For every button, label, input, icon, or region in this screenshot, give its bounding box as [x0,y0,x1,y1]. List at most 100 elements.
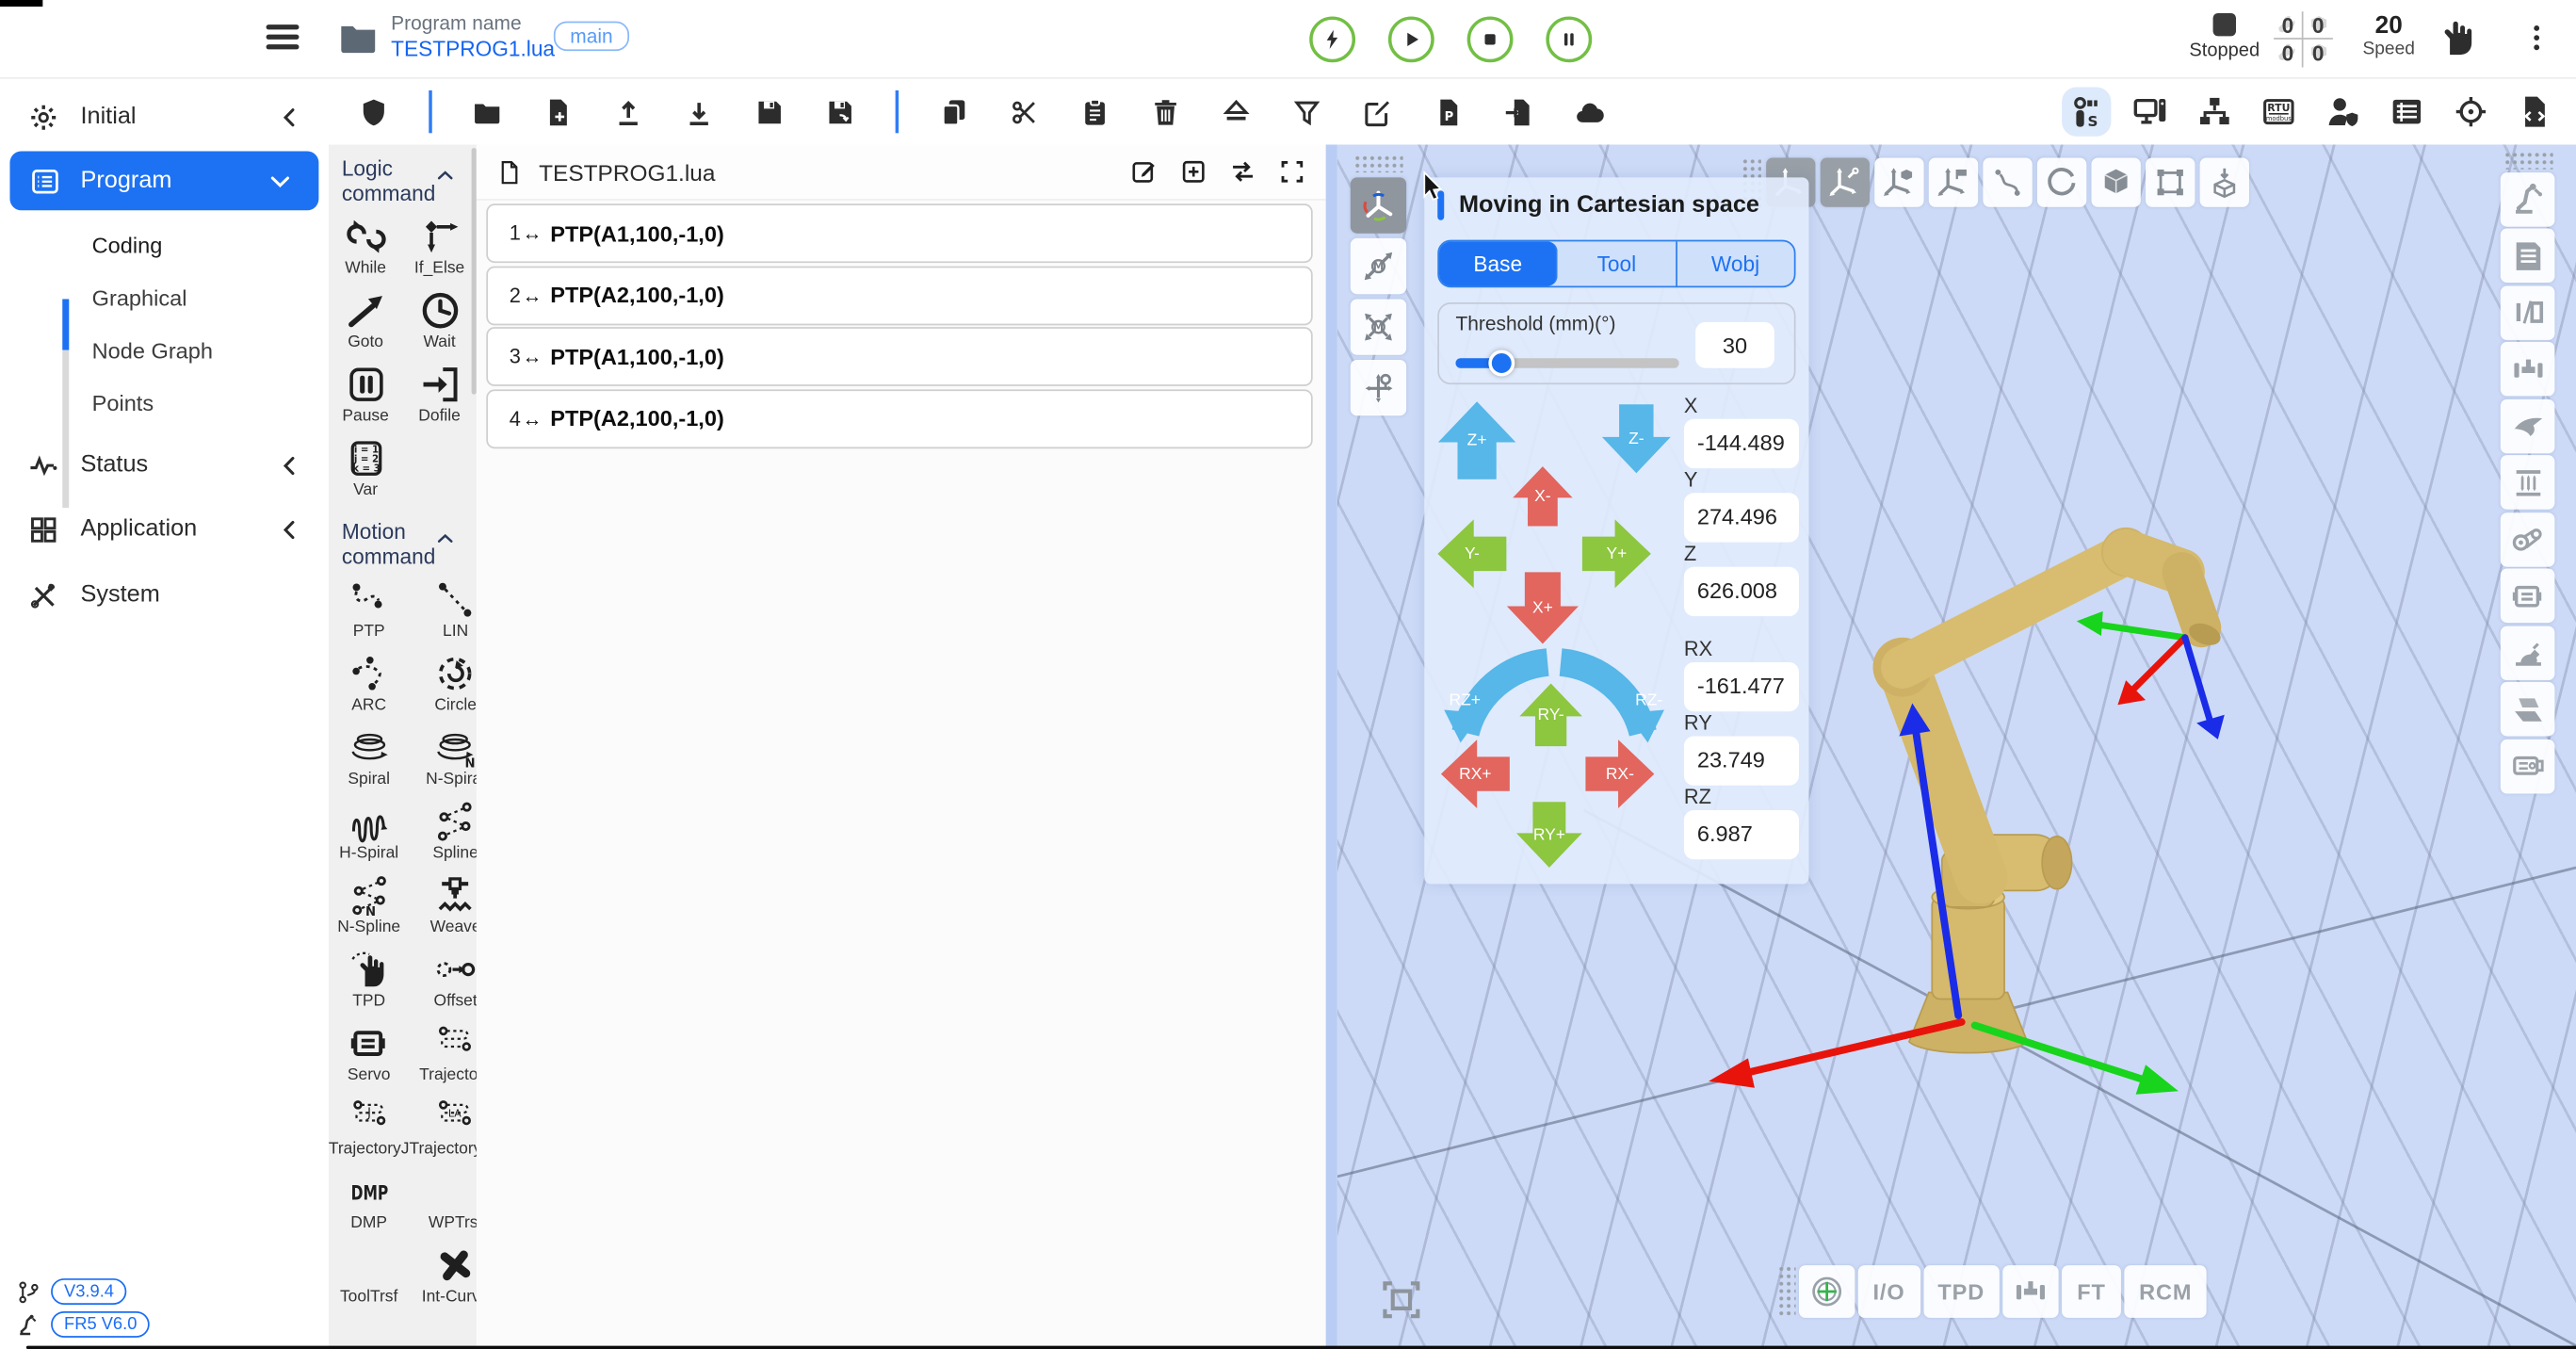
solid-view-button[interactable] [2091,157,2140,206]
reorder-icon[interactable] [1229,157,1257,186]
sidebar-item-node-graph[interactable]: Node Graph [92,325,322,376]
rotation-circle-button[interactable] [2037,157,2086,206]
motion-command-header[interactable]: Motion command [329,508,467,576]
edit-file-icon[interactable] [1362,96,1393,127]
command-ptp[interactable]: PTP [329,576,410,649]
command-tpd[interactable]: TPD [329,945,410,1018]
rcm-button[interactable]: RCM [2124,1265,2207,1318]
save-icon[interactable] [754,96,786,127]
folder-icon[interactable] [335,16,381,58]
sidebar-item-graphical[interactable]: Graphical [92,273,322,324]
file-plus-icon[interactable] [543,96,574,127]
shield-icon[interactable] [358,96,389,127]
command-offset[interactable]: Offset [409,945,476,1018]
conveyor-button[interactable] [2501,512,2555,566]
sidebar-item-program[interactable]: Program [9,151,318,210]
jog-linear-button[interactable]: X- [1510,463,1576,529]
frame-flange-button[interactable] [1929,157,1978,206]
command-trajectory-j[interactable]: JTrajectoryJ [329,1093,410,1166]
frame-wobj-button[interactable] [1874,157,1923,206]
command-arc[interactable]: ARC [329,649,410,723]
tab-base[interactable]: Base [1439,241,1558,285]
command-pause-cmd[interactable]: Pause [329,360,402,433]
viewport-3d[interactable]: MM I/OTPDFTRCM Moving in Cartesian space… [1337,144,2576,1349]
locate-point-button[interactable] [1351,360,1406,415]
sidebar-item-coding[interactable]: Coding [92,220,322,271]
sidebar-item-points[interactable]: Points [92,378,322,429]
speed-indicator[interactable]: 20 Speed [2349,11,2428,59]
jog-linear-button[interactable]: Z+ [1434,398,1520,483]
file-p-icon[interactable]: P [1433,96,1464,127]
toolbar-drag-handle[interactable] [1777,1265,1795,1318]
user-admin-button[interactable] [2318,87,2367,136]
welding-button[interactable] [2501,626,2555,680]
bounding-box-button[interactable] [2146,157,2195,206]
command-trajectory-la[interactable]: LATrajectoryLA [409,1093,476,1166]
coord-input-rz[interactable]: 6.987 [1684,810,1799,859]
command-int-curve[interactable]: Int-Curve [409,1241,476,1314]
command-n-spline[interactable]: NN-Spline [329,870,410,944]
report-button[interactable] [2501,228,2555,283]
coord-input-y[interactable]: 274.496 [1684,493,1799,542]
jog-joint-button[interactable]: S [2062,87,2111,136]
tab-wobj[interactable]: Wobj [1677,241,1793,285]
program-line[interactable]: 2↔PTP(A2,100,-1,0) [486,266,1312,325]
add-line-icon[interactable] [1179,157,1207,186]
file-transfer-button[interactable] [2510,87,2559,136]
command-tooltrsf[interactable]: ToolTrsf [329,1241,410,1314]
jog-rotary-button[interactable]: RX+ [1437,736,1513,811]
jog-linear-button[interactable]: Y- [1434,516,1510,592]
command-circle-cmd[interactable]: Circle [409,649,476,723]
io-board-button[interactable] [2501,739,2555,793]
toolbar-drag-handle[interactable] [1353,154,1402,172]
command-dofile[interactable]: Dofile [402,360,476,433]
jog-linear-button[interactable]: Z- [1598,401,1674,477]
play-button[interactable] [1388,16,1434,62]
jog-linear-button[interactable]: X+ [1503,569,1582,648]
command-n-spiral[interactable]: NN-Spiral [409,723,476,796]
io-button[interactable]: I/O [1858,1265,1920,1318]
free-move-button[interactable]: M [1351,299,1406,354]
io-panel-button[interactable] [2501,285,2555,340]
stop-button[interactable] [1467,16,1514,62]
logic-command-header[interactable]: Logic command [329,144,467,212]
command-dmp[interactable]: DMPDMP [329,1166,410,1240]
servo-device-button[interactable] [2501,569,2555,624]
jog-rotary-button[interactable]: RY- [1516,680,1585,749]
more-menu-icon[interactable] [2520,16,2553,58]
program-line[interactable]: 1↔PTP(A1,100,-1,0) [486,203,1312,263]
workstation-button[interactable] [2126,87,2175,136]
ft-button[interactable]: FT [2062,1265,2121,1318]
program-file-name[interactable]: TESTPROG1.lua [391,36,555,62]
paste-icon[interactable] [1079,96,1110,127]
command-while[interactable]: While [329,212,402,285]
editor-scrollbar[interactable] [1326,144,1337,1349]
command-weave[interactable]: Weave [409,870,476,944]
command-servo[interactable]: Servo [329,1018,410,1092]
cloud-icon[interactable] [1574,96,1605,127]
pause-button[interactable] [1546,16,1592,62]
fit-view-icon[interactable] [1377,1276,1426,1325]
tpd-button[interactable]: TPD [1923,1265,2000,1318]
spray-gun-button[interactable] [2501,398,2555,453]
cut-icon[interactable] [1009,96,1040,127]
sidebar-item-application[interactable]: Application [0,501,329,557]
software-version-badge[interactable]: V3.9.4 [51,1278,127,1305]
command-lin[interactable]: LIN [409,576,476,649]
command-wait[interactable]: Wait [402,286,476,360]
slider-thumb[interactable] [1488,349,1515,376]
robot-button[interactable] [2501,171,2555,226]
coord-input-ry[interactable]: 23.749 [1684,736,1799,785]
fullscreen-icon[interactable] [1278,157,1306,186]
tab-tool[interactable]: Tool [1558,241,1677,285]
edit-line-icon[interactable] [1130,157,1158,186]
gripper-button[interactable] [2501,342,2555,397]
frame-tool-button[interactable] [1821,157,1870,206]
toolbar-drag-handle[interactable] [2503,151,2552,169]
cartesian-jog-button[interactable] [1351,177,1406,233]
command-h-spiral[interactable]: H-Spiral [329,797,410,870]
menu-icon[interactable] [267,24,300,54]
robot-model-badge[interactable]: FR5 V6.0 [51,1311,150,1338]
network-button[interactable] [2190,87,2239,136]
jog-linear-button[interactable]: Y+ [1579,516,1654,592]
